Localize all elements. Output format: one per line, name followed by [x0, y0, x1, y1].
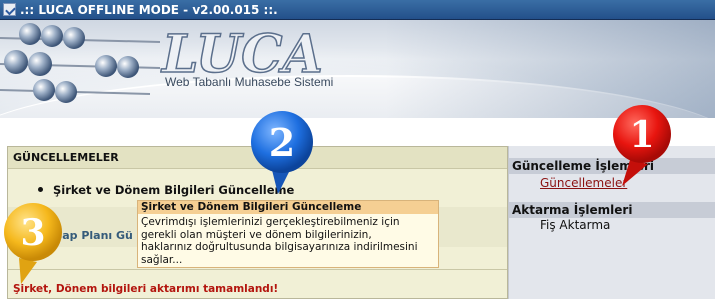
abacus-logo-image [0, 23, 160, 103]
tooltip: Şirket ve Dönem Bilgileri Güncelleme Çev… [137, 200, 439, 268]
callout-3-badge: 3 [3, 200, 63, 286]
title-bar: .:: LUCA OFFLINE MODE - v2.00.015 ::. [0, 0, 715, 20]
bullet-icon [38, 187, 43, 192]
callout-3-label: 3 [20, 212, 46, 254]
callout-2-label: 2 [268, 120, 296, 165]
voucher-transfer-link[interactable]: Fiş Aktarma [540, 218, 610, 232]
app-icon [3, 3, 16, 16]
callout-1-badge: 1 [612, 102, 672, 188]
window-title: .:: LUCA OFFLINE MODE - v2.00.015 ::. [20, 3, 278, 17]
transfer-operations-header: Aktarma İşlemleri [509, 202, 715, 218]
callout-2-badge: 2 [250, 108, 314, 196]
header-banner: LUCA Web Tabanlı Muhasebe Sistemi [0, 20, 715, 118]
tagline: Web Tabanlı Muhasebe Sistemi [165, 75, 334, 89]
tooltip-body: Çevrimdışı işlemlerinizi gerçekleştirebi… [141, 216, 418, 266]
callout-1-label: 1 [629, 114, 655, 156]
tooltip-title: Şirket ve Dönem Bilgileri Güncelleme [138, 201, 438, 214]
